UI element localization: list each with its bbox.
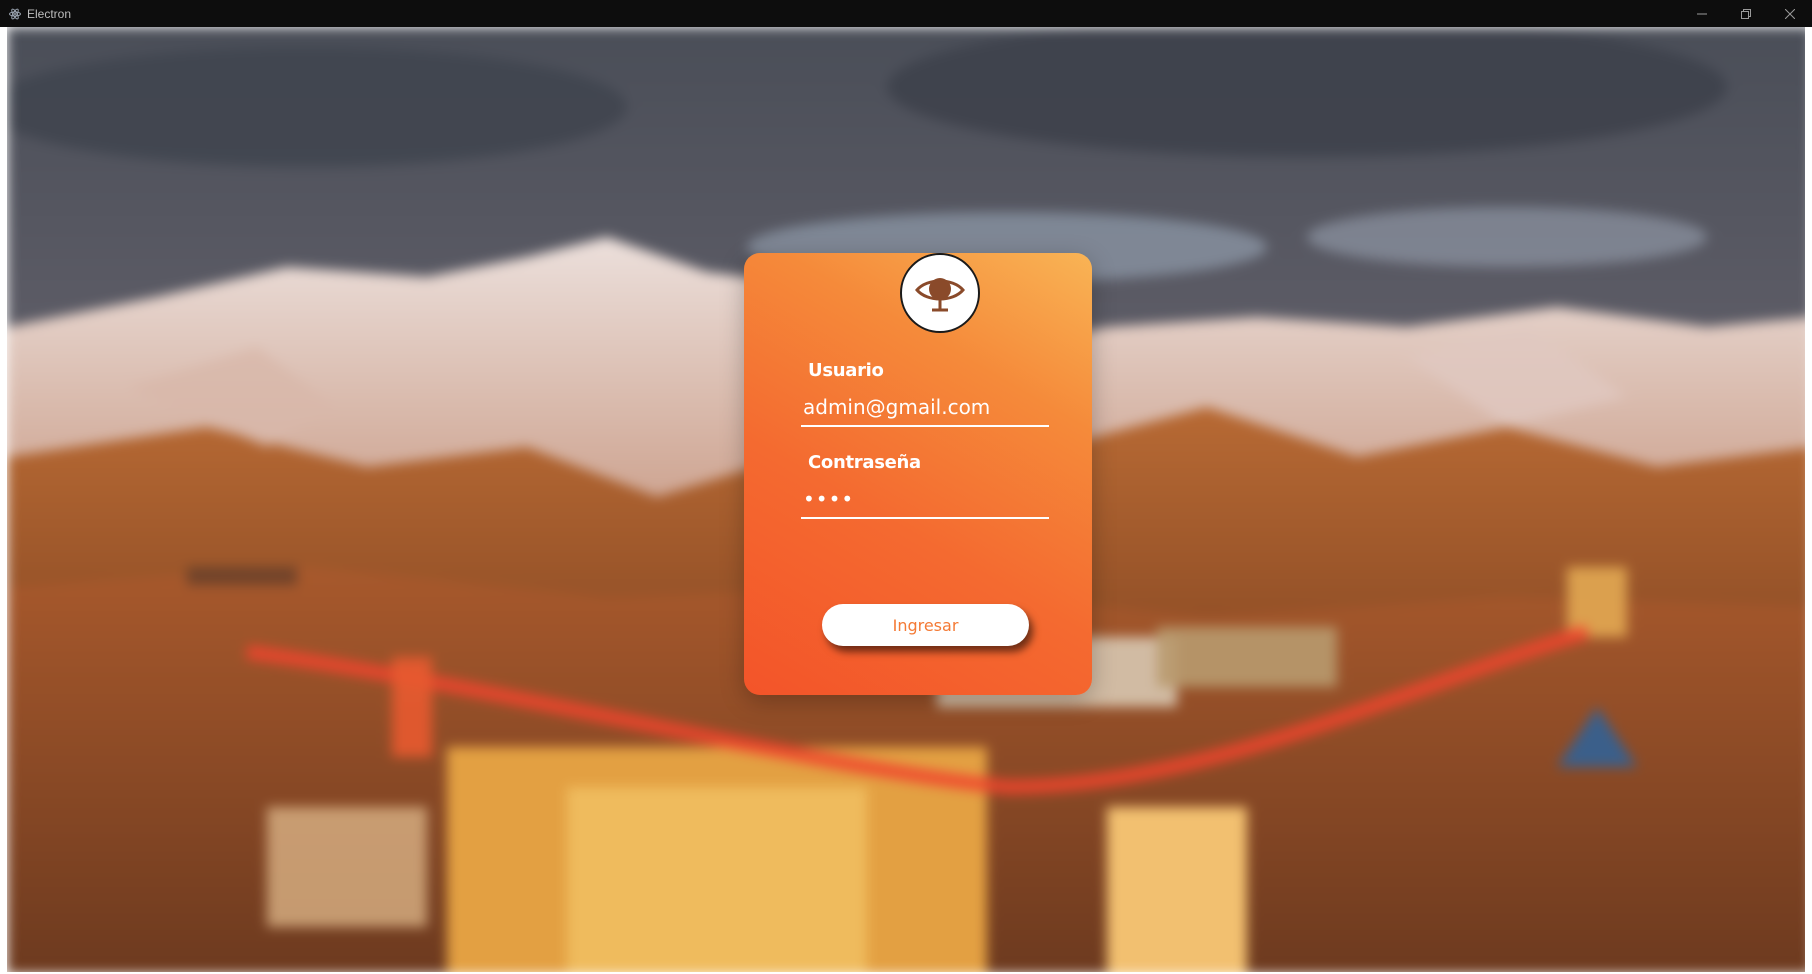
login-submit-button[interactable]: Ingresar — [822, 604, 1029, 646]
window-title: Electron — [27, 6, 72, 21]
window-controls — [1680, 0, 1812, 27]
password-input[interactable] — [801, 485, 1049, 519]
title-bar: Electron — [0, 0, 1812, 27]
close-icon — [1785, 8, 1795, 19]
username-label: Usuario — [808, 360, 884, 381]
window-edge — [1805, 27, 1812, 974]
minimize-icon — [1697, 13, 1707, 14]
restore-icon — [1741, 8, 1751, 19]
eye-globe-logo-icon — [915, 278, 965, 312]
restore-button[interactable] — [1724, 0, 1768, 27]
password-label: Contraseña — [808, 452, 921, 473]
close-button[interactable] — [1768, 0, 1812, 27]
username-input[interactable] — [801, 393, 1049, 427]
app-window: Electron Usuario admin@gmail.com Contras… — [0, 0, 1812, 974]
electron-atom-icon — [9, 8, 21, 20]
minimize-button[interactable] — [1680, 0, 1724, 27]
logo — [900, 253, 980, 333]
